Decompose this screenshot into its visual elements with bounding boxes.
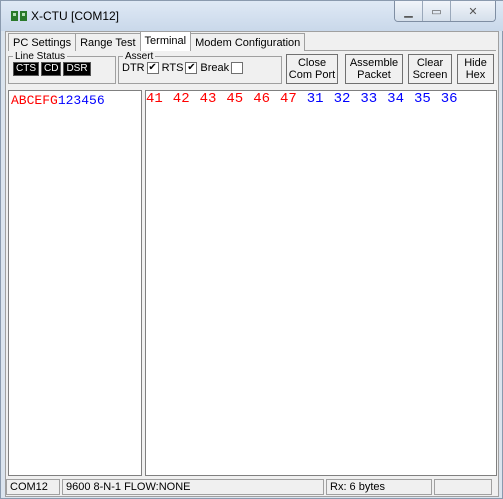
minimize-icon: ▁ (404, 5, 413, 18)
tab-terminal[interactable]: Terminal (139, 31, 192, 51)
tab-range-test[interactable]: Range Test (75, 33, 141, 51)
hex-received-byte: 33 (360, 91, 378, 107)
cd-indicator: CD (41, 62, 62, 76)
clear-screen-button[interactable]: Clear Screen (408, 54, 452, 84)
maximize-button[interactable]: ▭ (423, 1, 451, 21)
dsr-indicator: DSR (63, 62, 91, 76)
assert-group: Assert DTR ✔ RTS ✔ Break (118, 52, 282, 84)
hex-sent-byte: 46 (253, 91, 270, 107)
sent-ascii-text: ABCEFG (11, 93, 58, 108)
tab-modem-configuration[interactable]: Modem Configuration (190, 33, 306, 51)
received-ascii-text: 123456 (57, 93, 105, 108)
minimize-button[interactable]: ▁ (395, 1, 423, 21)
rts-label: RTS (161, 62, 184, 74)
rts-checkbox[interactable]: ✔ (185, 62, 198, 75)
ascii-terminal-pane[interactable]: ABCEFG123456 (8, 90, 142, 476)
hex-sent-byte: 41 (146, 91, 163, 107)
close-com-port-button[interactable]: Close Com Port (286, 54, 338, 84)
hex-sent-byte: 45 (226, 91, 244, 107)
break-label: Break (200, 62, 230, 74)
assemble-packet-button[interactable]: Assemble Packet (345, 54, 403, 84)
hex-sent-byte: 47 (279, 91, 297, 107)
hex-received-byte: 35 (413, 91, 431, 107)
tab-pc-settings[interactable]: PC Settings (8, 33, 77, 51)
assemble-packet-line1: Assemble (349, 57, 399, 69)
status-port: COM12 (6, 479, 60, 495)
maximize-icon: ▭ (431, 5, 442, 18)
hex-received-byte: 34 (387, 91, 404, 107)
assert-legend: Assert (125, 51, 154, 62)
hex-received-byte: 31 (306, 91, 324, 107)
clear-screen-line2: Screen (412, 69, 448, 81)
status-empty (434, 479, 492, 495)
clear-screen-line1: Clear (416, 57, 444, 69)
close-window-button[interactable]: ✕ (451, 1, 495, 21)
break-checkbox[interactable] (231, 62, 244, 75)
close-icon: ✕ (468, 5, 478, 18)
tab-bar: PC Settings Range Test Terminal Modem Co… (8, 31, 306, 51)
line-status-group: Line Status CTS CD DSR (8, 52, 116, 84)
assemble-packet-line2: Packet (357, 69, 391, 81)
hide-hex-line2: Hex (465, 69, 486, 81)
status-settings: 9600 8-N-1 FLOW:NONE (62, 479, 324, 495)
status-bar: COM12 9600 8-N-1 FLOW:NONE Rx: 6 bytes (6, 479, 498, 495)
close-com-port-line2: Com Port (288, 69, 336, 81)
close-com-port-line1: Close (297, 57, 327, 69)
hex-received-byte: 36 (440, 91, 458, 107)
xctu-window: X-CTU [COM12] ▁ ▭ ✕ PC Settings Range Te… (0, 0, 503, 499)
hex-terminal-pane[interactable]: 41 42 43 45 46 47 31 32 33 34 35 36 (145, 90, 497, 476)
dtr-checkbox[interactable]: ✔ (146, 62, 159, 75)
status-rx: Rx: 6 bytes (326, 479, 432, 495)
line-status-legend: Line Status (15, 51, 66, 62)
hex-sent-byte: 43 (199, 91, 217, 107)
hex-row: 41 42 43 45 46 47 31 32 33 34 35 36 (146, 91, 496, 107)
hex-sent-byte: 42 (172, 91, 190, 107)
cts-indicator: CTS (13, 62, 39, 76)
app-icon (11, 11, 27, 21)
hide-hex-line1: Hide (464, 57, 487, 69)
dtr-label: DTR (122, 62, 145, 74)
title-bar[interactable]: X-CTU [COM12] ▁ ▭ ✕ (1, 1, 503, 31)
client-area: PC Settings Range Test Terminal Modem Co… (5, 31, 499, 497)
window-controls: ▁ ▭ ✕ (394, 1, 496, 22)
hide-hex-button[interactable]: Hide Hex (457, 54, 494, 84)
hex-received-byte: 32 (333, 91, 351, 107)
window-title: X-CTU [COM12] (31, 9, 120, 23)
